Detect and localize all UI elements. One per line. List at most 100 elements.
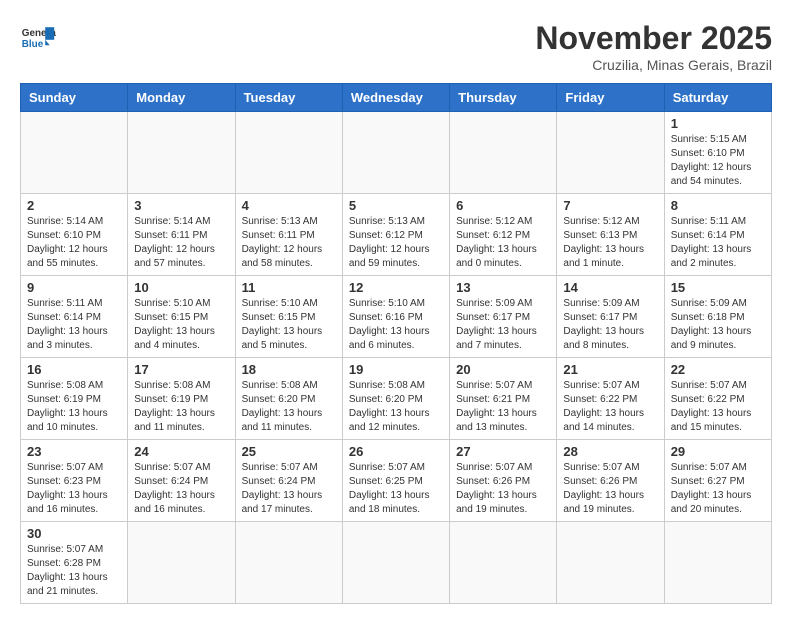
day-number: 26 [349, 444, 443, 459]
day-number: 18 [242, 362, 336, 377]
day-number: 22 [671, 362, 765, 377]
weekday-header: Monday [128, 84, 235, 112]
day-info: Sunrise: 5:12 AM Sunset: 6:13 PM Dayligh… [563, 215, 657, 271]
calendar-cell: 15 Sunrise: 5:09 AM Sunset: 6:18 PM Dayli… [664, 276, 771, 358]
calendar-cell [235, 112, 342, 194]
day-info: Sunrise: 5:07 AM Sunset: 6:26 PM Dayligh… [563, 461, 657, 517]
calendar-cell: 23Sunrise: 5:07 AM Sunset: 6:23 PM Dayli… [21, 440, 128, 522]
day-info: Sunrise: 5:10 AM Sunset: 6:16 PM Dayligh… [349, 297, 443, 353]
calendar-cell [342, 112, 449, 194]
day-info: Sunrise: 5:08 AM Sunset: 6:20 PM Dayligh… [349, 379, 443, 435]
calendar-cell: 22Sunrise: 5:07 AM Sunset: 6:22 PM Dayli… [664, 358, 771, 440]
weekday-header: Wednesday [342, 84, 449, 112]
calendar-cell: 13Sunrise: 5:09 AM Sunset: 6:17 PM Dayli… [450, 276, 557, 358]
weekday-header: Sunday [21, 84, 128, 112]
day-info: Sunrise: 5:10 AM Sunset: 6:15 PM Dayligh… [242, 297, 336, 353]
day-number: 15 [671, 280, 765, 295]
calendar-cell: 28 Sunrise: 5:07 AM Sunset: 6:26 PM Dayli… [557, 440, 664, 522]
day-number: 5 [349, 198, 443, 213]
day-info: Sunrise: 5:08 AM Sunset: 6:19 PM Dayligh… [134, 379, 228, 435]
day-info: Sunrise: 5:13 AM Sunset: 6:12 PM Dayligh… [349, 215, 443, 271]
weekday-header: Thursday [450, 84, 557, 112]
day-number: 16 [27, 362, 121, 377]
day-info: Sunrise: 5:15 AM Sunset: 6:10 PM Dayligh… [671, 133, 765, 189]
day-info: Sunrise: 5:09 AM Sunset: 6:17 PM Dayligh… [456, 297, 550, 353]
day-info: Sunrise: 5:10 AM Sunset: 6:15 PM Dayligh… [134, 297, 228, 353]
calendar-cell: 19Sunrise: 5:08 AM Sunset: 6:20 PM Dayli… [342, 358, 449, 440]
calendar-cell: 1 Sunrise: 5:15 AM Sunset: 6:10 PM Daylig… [664, 112, 771, 194]
day-number: 27 [456, 444, 550, 459]
day-number: 20 [456, 362, 550, 377]
day-number: 3 [134, 198, 228, 213]
day-info: Sunrise: 5:08 AM Sunset: 6:19 PM Dayligh… [27, 379, 121, 435]
calendar-week-row: 1 Sunrise: 5:15 AM Sunset: 6:10 PM Daylig… [21, 112, 772, 194]
day-info: Sunrise: 5:14 AM Sunset: 6:10 PM Dayligh… [27, 215, 121, 271]
day-number: 14 [563, 280, 657, 295]
day-info: Sunrise: 5:07 AM Sunset: 6:25 PM Dayligh… [349, 461, 443, 517]
day-number: 25 [242, 444, 336, 459]
day-number: 11 [242, 280, 336, 295]
weekday-header: Tuesday [235, 84, 342, 112]
calendar-cell: 14Sunrise: 5:09 AM Sunset: 6:17 PM Dayli… [557, 276, 664, 358]
calendar-cell [664, 522, 771, 604]
day-info: Sunrise: 5:09 AM Sunset: 6:18 PM Dayligh… [671, 297, 765, 353]
calendar-cell: 29Sunrise: 5:07 AM Sunset: 6:27 PM Dayli… [664, 440, 771, 522]
calendar-week-row: 2Sunrise: 5:14 AM Sunset: 6:10 PM Daylig… [21, 194, 772, 276]
day-info: Sunrise: 5:11 AM Sunset: 6:14 PM Dayligh… [27, 297, 121, 353]
calendar-cell: 6Sunrise: 5:12 AM Sunset: 6:12 PM Daylig… [450, 194, 557, 276]
day-number: 21 [563, 362, 657, 377]
calendar-cell: 4Sunrise: 5:13 AM Sunset: 6:11 PM Daylig… [235, 194, 342, 276]
calendar-cell: 27Sunrise: 5:07 AM Sunset: 6:26 PM Dayli… [450, 440, 557, 522]
day-number: 7 [563, 198, 657, 213]
weekday-header-row: SundayMondayTuesdayWednesdayThursdayFrid… [21, 84, 772, 112]
calendar-cell: 25Sunrise: 5:07 AM Sunset: 6:24 PM Dayli… [235, 440, 342, 522]
day-info: Sunrise: 5:14 AM Sunset: 6:11 PM Dayligh… [134, 215, 228, 271]
calendar-cell [557, 112, 664, 194]
calendar-cell: 8 Sunrise: 5:11 AM Sunset: 6:14 PM Daylig… [664, 194, 771, 276]
weekday-header: Saturday [664, 84, 771, 112]
day-info: Sunrise: 5:07 AM Sunset: 6:24 PM Dayligh… [134, 461, 228, 517]
calendar-cell: 26 Sunrise: 5:07 AM Sunset: 6:25 PM Dayli… [342, 440, 449, 522]
calendar-cell [128, 112, 235, 194]
day-number: 8 [671, 198, 765, 213]
day-info: Sunrise: 5:07 AM Sunset: 6:28 PM Dayligh… [27, 543, 121, 599]
day-info: Sunrise: 5:13 AM Sunset: 6:11 PM Dayligh… [242, 215, 336, 271]
calendar-week-row: 30 Sunrise: 5:07 AM Sunset: 6:28 PM Dayli… [21, 522, 772, 604]
day-number: 6 [456, 198, 550, 213]
day-info: Sunrise: 5:07 AM Sunset: 6:27 PM Dayligh… [671, 461, 765, 517]
day-number: 10 [134, 280, 228, 295]
day-number: 28 [563, 444, 657, 459]
day-info: Sunrise: 5:07 AM Sunset: 6:23 PM Dayligh… [27, 461, 121, 517]
svg-text:Blue: Blue [22, 39, 44, 50]
day-number: 9 [27, 280, 121, 295]
day-number: 30 [27, 526, 121, 541]
location: Cruzilia, Minas Gerais, Brazil [535, 57, 772, 73]
calendar-week-row: 9 Sunrise: 5:11 AM Sunset: 6:14 PM Daylig… [21, 276, 772, 358]
calendar-cell: 30 Sunrise: 5:07 AM Sunset: 6:28 PM Dayli… [21, 522, 128, 604]
calendar-week-row: 23Sunrise: 5:07 AM Sunset: 6:23 PM Dayli… [21, 440, 772, 522]
logo: General Blue [20, 20, 56, 56]
calendar-cell [557, 522, 664, 604]
month-title: November 2025 [535, 20, 772, 57]
calendar-cell: 11 Sunrise: 5:10 AM Sunset: 6:15 PM Dayli… [235, 276, 342, 358]
day-number: 1 [671, 116, 765, 131]
day-info: Sunrise: 5:07 AM Sunset: 6:21 PM Dayligh… [456, 379, 550, 435]
calendar-cell [128, 522, 235, 604]
calendar-cell: 17 Sunrise: 5:08 AM Sunset: 6:19 PM Dayli… [128, 358, 235, 440]
day-number: 24 [134, 444, 228, 459]
calendar-cell: 3 Sunrise: 5:14 AM Sunset: 6:11 PM Daylig… [128, 194, 235, 276]
day-number: 17 [134, 362, 228, 377]
title-block: November 2025 Cruzilia, Minas Gerais, Br… [535, 20, 772, 73]
day-info: Sunrise: 5:07 AM Sunset: 6:22 PM Dayligh… [563, 379, 657, 435]
calendar-cell: 7 Sunrise: 5:12 AM Sunset: 6:13 PM Daylig… [557, 194, 664, 276]
calendar-cell: 18Sunrise: 5:08 AM Sunset: 6:20 PM Dayli… [235, 358, 342, 440]
calendar-cell [21, 112, 128, 194]
calendar-cell: 10 Sunrise: 5:10 AM Sunset: 6:15 PM Dayli… [128, 276, 235, 358]
day-info: Sunrise: 5:11 AM Sunset: 6:14 PM Dayligh… [671, 215, 765, 271]
calendar-cell: 2Sunrise: 5:14 AM Sunset: 6:10 PM Daylig… [21, 194, 128, 276]
calendar-cell: 16 Sunrise: 5:08 AM Sunset: 6:19 PM Dayli… [21, 358, 128, 440]
calendar-cell [342, 522, 449, 604]
logo-icon: General Blue [20, 20, 56, 56]
day-number: 12 [349, 280, 443, 295]
calendar-cell [450, 112, 557, 194]
